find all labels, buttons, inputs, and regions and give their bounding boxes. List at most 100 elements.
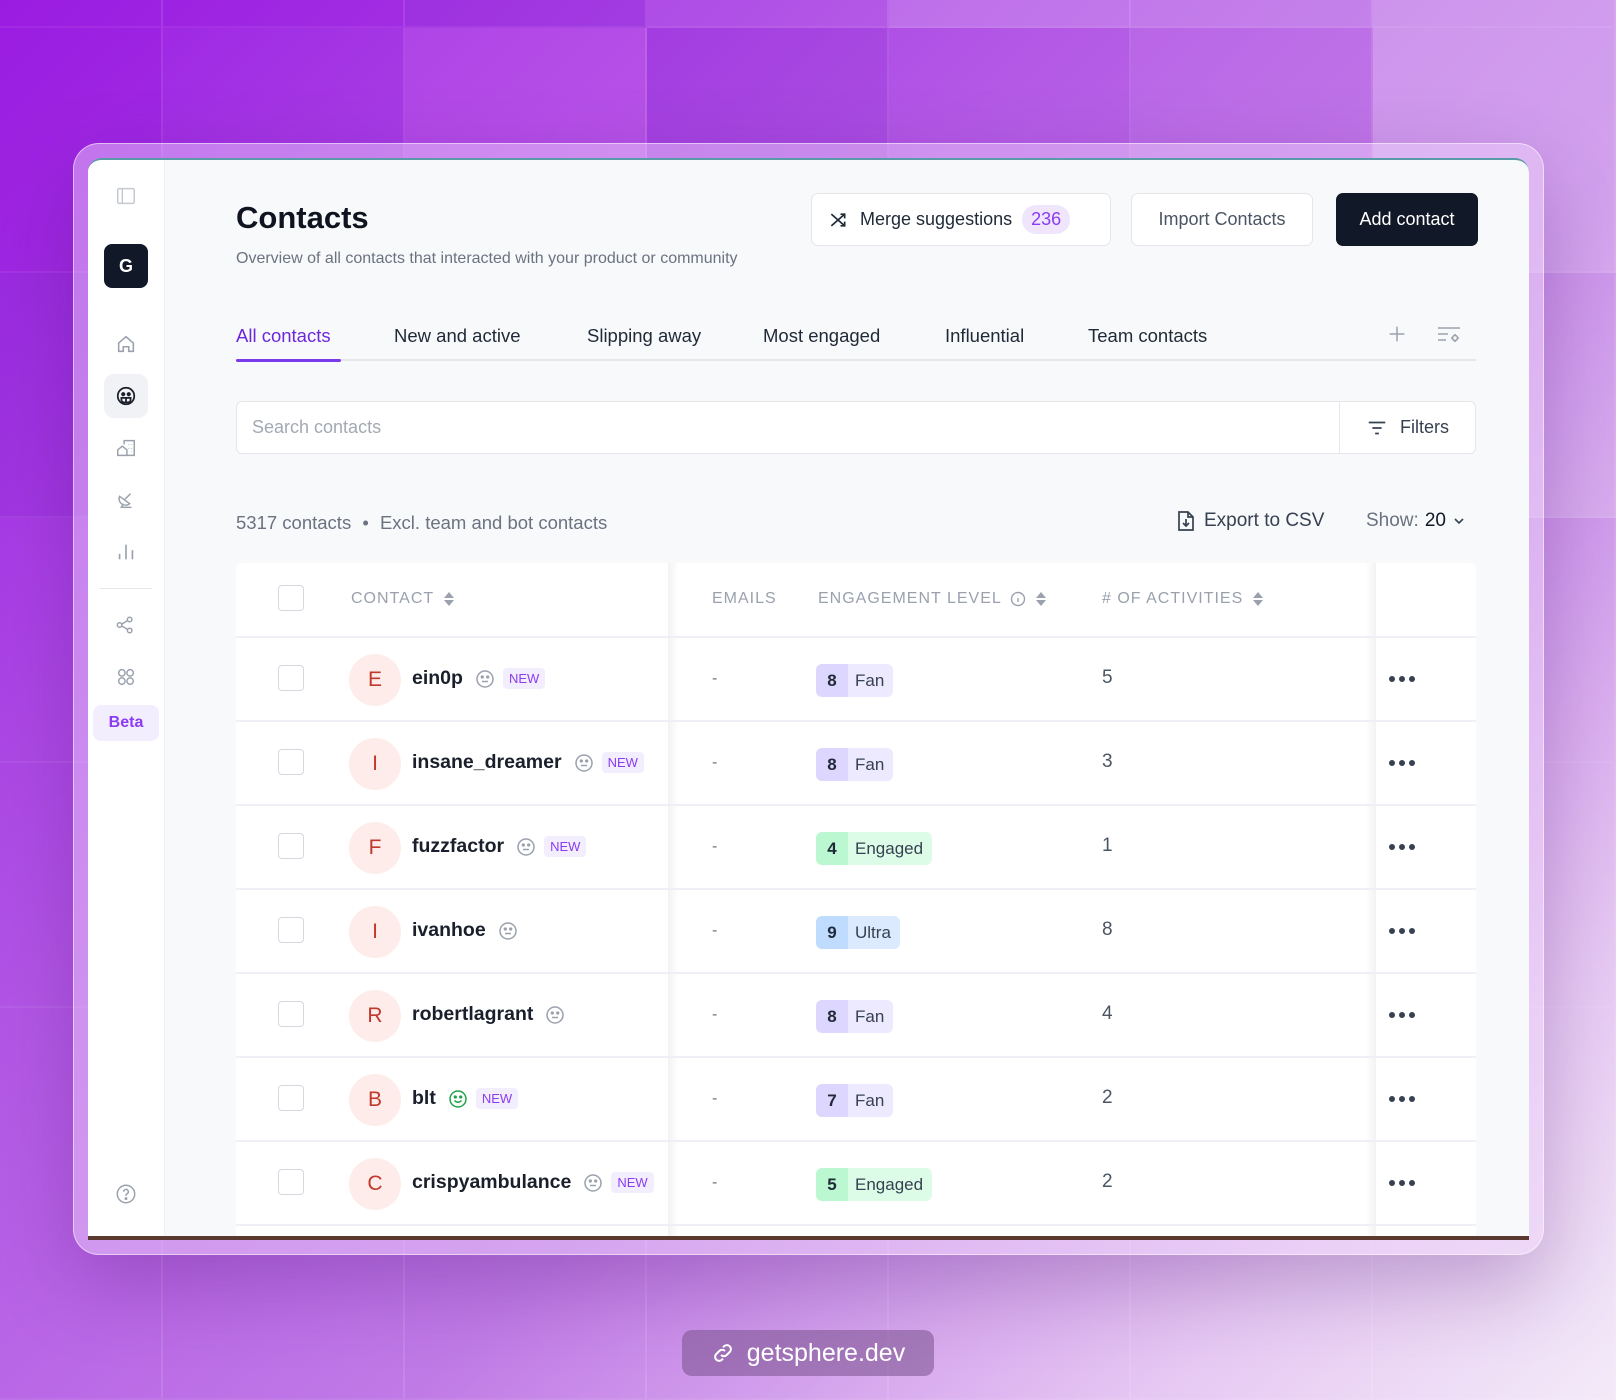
row-checkbox[interactable] bbox=[278, 917, 304, 943]
column-header-label: CONTACT bbox=[351, 590, 435, 607]
row-checkbox[interactable] bbox=[278, 833, 304, 859]
contact-name-text: blt bbox=[412, 1087, 436, 1109]
tab-slipping-away[interactable]: Slipping away bbox=[587, 325, 701, 347]
column-header-label: # OF ACTIVITIES bbox=[1102, 590, 1244, 607]
row-actions-button[interactable] bbox=[1384, 664, 1420, 694]
engagement-badge: 9 Ultra bbox=[816, 916, 900, 949]
manage-views-button[interactable] bbox=[1436, 323, 1462, 352]
sentiment-face-icon bbox=[584, 1173, 603, 1192]
sidebar-item-apps[interactable] bbox=[104, 655, 148, 699]
row-checkbox[interactable] bbox=[278, 749, 304, 775]
contact-name-text: robertlagrant bbox=[412, 1003, 534, 1025]
more-horizontal-icon bbox=[1389, 1012, 1415, 1018]
add-view-button[interactable] bbox=[1386, 323, 1408, 350]
search-input[interactable] bbox=[237, 402, 1339, 453]
row-checkbox[interactable] bbox=[278, 1169, 304, 1195]
page-subtitle: Overview of all contacts that interacted… bbox=[236, 250, 738, 267]
filters-button[interactable]: Filters bbox=[1339, 402, 1475, 453]
row-actions-button[interactable] bbox=[1384, 1084, 1420, 1114]
contact-name[interactable]: insane_dreamer NEW bbox=[412, 751, 644, 774]
emails-cell: - bbox=[712, 922, 718, 939]
engagement-badge: 8 Fan bbox=[816, 1000, 894, 1033]
sidebar-toggle-icon[interactable] bbox=[104, 174, 148, 218]
workspace-avatar[interactable]: G bbox=[104, 244, 148, 288]
page-size-select[interactable]: Show: 20 bbox=[1366, 510, 1466, 532]
column-header-label: EMAILS bbox=[712, 590, 777, 607]
table-row[interactable]: Ffuzzfactor NEW - 4 Engaged 1 bbox=[236, 806, 1476, 890]
avatar: B bbox=[349, 1074, 401, 1126]
import-contacts-button[interactable]: Import Contacts bbox=[1131, 193, 1313, 246]
tab-new-and-active[interactable]: New and active bbox=[394, 325, 520, 347]
row-actions-button[interactable] bbox=[1384, 748, 1420, 778]
new-badge: NEW bbox=[475, 1088, 519, 1109]
contact-name[interactable]: fuzzfactor NEW bbox=[412, 835, 587, 858]
view-tabs: All contacts New and active Slipping awa… bbox=[236, 315, 1476, 362]
table-row[interactable]: Bblt NEW - 7 Fan 2 bbox=[236, 1058, 1476, 1142]
tab-influential[interactable]: Influential bbox=[945, 325, 1024, 347]
sort-icon bbox=[1253, 592, 1264, 606]
emails-cell: - bbox=[712, 1090, 718, 1107]
row-checkbox[interactable] bbox=[278, 1085, 304, 1111]
contact-name[interactable]: ivanhoe bbox=[412, 919, 518, 942]
row-checkbox[interactable] bbox=[278, 1001, 304, 1027]
building-icon bbox=[117, 439, 135, 457]
table-row[interactable]: Iinsane_dreamer NEW - 8 Fan 3 bbox=[236, 722, 1476, 806]
table-row[interactable]: Rrobertlagrant - 8 Fan 4 bbox=[236, 974, 1476, 1058]
export-csv-button[interactable]: Export to CSV bbox=[1176, 510, 1324, 532]
engagement-badge: 8 Fan bbox=[816, 748, 894, 781]
row-actions-button[interactable] bbox=[1384, 1168, 1420, 1198]
row-actions-button[interactable] bbox=[1384, 832, 1420, 862]
info-icon bbox=[1010, 591, 1025, 607]
sidebar-item-contacts[interactable] bbox=[104, 374, 148, 418]
engagement-level-label: Fan bbox=[848, 664, 894, 697]
engagement-level-label: Engaged bbox=[848, 832, 933, 865]
satellite-dish-icon bbox=[118, 493, 132, 509]
table-row[interactable]: Eein0p NEW - 8 Fan 5 bbox=[236, 638, 1476, 722]
table-row[interactable]: Iivanhoe - 9 Ultra 8 bbox=[236, 890, 1476, 974]
beta-badge[interactable]: Beta bbox=[93, 705, 159, 741]
tab-most-engaged[interactable]: Most engaged bbox=[763, 325, 880, 347]
exclusion-note: Excl. team and bot contacts bbox=[379, 512, 608, 533]
tab-all-contacts[interactable]: All contacts bbox=[236, 325, 331, 347]
contacts-face-icon bbox=[116, 386, 136, 406]
contact-name[interactable]: crispyambulance NEW bbox=[412, 1171, 654, 1194]
sidebar-item-home[interactable] bbox=[104, 322, 148, 366]
help-button[interactable] bbox=[104, 1172, 148, 1216]
sidebar-item-community[interactable] bbox=[104, 478, 148, 522]
table-row[interactable]: Ccrispyambulance NEW - 5 Engaged 2 bbox=[236, 1142, 1476, 1226]
filter-icon bbox=[1368, 421, 1386, 434]
merge-suggestions-button[interactable]: Merge suggestions 236 bbox=[811, 193, 1111, 246]
activities-count: 2 bbox=[1102, 1171, 1113, 1192]
more-horizontal-icon bbox=[1389, 676, 1415, 682]
table-row bbox=[236, 1226, 1476, 1236]
contact-name[interactable]: robertlagrant bbox=[412, 1003, 565, 1026]
contact-name-text: ein0p bbox=[412, 667, 463, 689]
sidebar-item-integrations[interactable] bbox=[104, 603, 148, 647]
avatar: C bbox=[349, 1158, 401, 1210]
row-checkbox[interactable] bbox=[278, 665, 304, 691]
more-horizontal-icon bbox=[1389, 760, 1415, 766]
engagement-level-label: Fan bbox=[848, 1084, 894, 1117]
tab-team-contacts[interactable]: Team contacts bbox=[1088, 325, 1207, 347]
add-contact-button[interactable]: Add contact bbox=[1336, 193, 1478, 246]
sidebar-item-analytics[interactable] bbox=[104, 530, 148, 574]
column-header-activities[interactable]: # OF ACTIVITIES bbox=[1102, 590, 1264, 608]
list-settings-icon bbox=[1438, 327, 1460, 342]
column-header-engagement[interactable]: ENGAGEMENT LEVEL bbox=[818, 590, 1047, 608]
sidebar-item-organizations[interactable] bbox=[104, 426, 148, 470]
row-actions-button[interactable] bbox=[1384, 916, 1420, 946]
activities-count: 4 bbox=[1102, 1003, 1113, 1024]
row-actions-button[interactable] bbox=[1384, 1000, 1420, 1030]
sentiment-face-icon bbox=[517, 837, 535, 856]
select-all-checkbox[interactable] bbox=[278, 585, 304, 611]
engagement-level-label: Engaged bbox=[848, 1168, 933, 1201]
column-header-contact[interactable]: CONTACT bbox=[351, 590, 455, 608]
website-link-text: getsphere.dev bbox=[746, 1338, 906, 1367]
engagement-level-label: Ultra bbox=[848, 916, 900, 949]
contact-name[interactable]: ein0p NEW bbox=[412, 667, 546, 690]
website-link[interactable]: getsphere.dev bbox=[682, 1330, 934, 1376]
engagement-badge: 8 Fan bbox=[816, 664, 894, 697]
contact-name[interactable]: blt NEW bbox=[412, 1087, 519, 1110]
sentiment-face-icon bbox=[574, 753, 593, 772]
home-icon bbox=[117, 335, 135, 353]
